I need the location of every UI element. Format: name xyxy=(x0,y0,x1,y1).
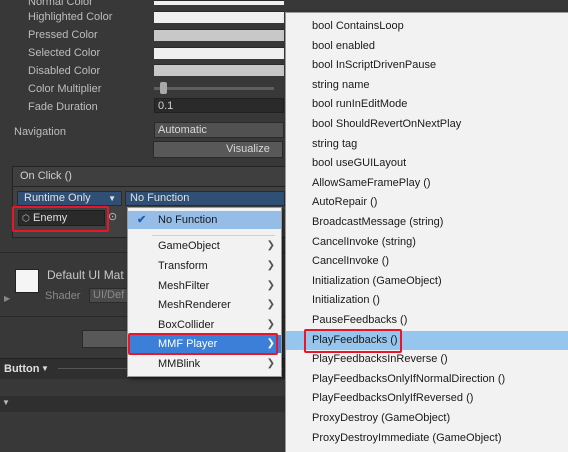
menu-item-mmblink[interactable]: MMBlink ❯ xyxy=(128,355,281,373)
submenu-item[interactable]: PlayFeedbacksOnlyIfReversed () xyxy=(286,389,568,409)
mmf-player-submenu: bool ContainsLoop bool enabled bool InSc… xyxy=(285,12,568,452)
chevron-down-icon[interactable]: ▼ xyxy=(2,398,10,407)
submenu-item[interactable]: AllowSameFramePlay () xyxy=(286,174,568,194)
normal-color-label: Normal Color xyxy=(28,0,93,8)
chevron-right-icon: ❯ xyxy=(266,319,275,330)
menu-item-gameobject[interactable]: GameObject ❯ xyxy=(128,237,281,255)
submenu-item[interactable]: string tag xyxy=(286,135,568,155)
pressed-color-label: Pressed Color xyxy=(28,29,98,41)
submenu-item[interactable]: bool ShouldRevertOnNextPlay xyxy=(286,115,568,135)
chevron-down-icon: ▼ xyxy=(108,194,116,203)
object-picker-icon[interactable]: ⊙ xyxy=(108,210,117,223)
runtime-mode-value: Runtime Only xyxy=(24,192,91,204)
onclick-event-header: On Click () xyxy=(12,166,292,186)
submenu-item[interactable]: PauseFeedbacks () xyxy=(286,311,568,331)
pressed-color-field[interactable] xyxy=(154,29,284,41)
navigation-dropdown[interactable]: Automatic xyxy=(154,122,284,138)
chevron-right-icon: ❯ xyxy=(266,240,275,251)
mmf-player-highlight-box xyxy=(128,333,278,355)
bottom-bar xyxy=(0,396,290,412)
normal-color-field[interactable] xyxy=(154,0,284,5)
submenu-item[interactable]: ProxyDestroy (GameObject) xyxy=(286,409,568,429)
submenu-item[interactable]: bool InScriptDrivenPause xyxy=(286,56,568,76)
submenu-item[interactable]: AutoRepair () xyxy=(286,193,568,213)
chevron-right-icon: ❯ xyxy=(266,299,275,310)
function-dropdown[interactable]: No Function xyxy=(125,191,285,206)
submenu-item[interactable]: PlayFeedbacksOnlyIfNormalDirection () xyxy=(286,370,568,390)
menu-item-transform[interactable]: Transform ❯ xyxy=(128,257,281,275)
submenu-item[interactable]: Initialization (GameObject) xyxy=(286,272,568,292)
visualize-button[interactable]: Visualize xyxy=(153,141,283,158)
submenu-item[interactable]: PlayFeedbacksInReverse () xyxy=(286,350,568,370)
chevron-right-icon: ❯ xyxy=(266,260,275,271)
submenu-item[interactable]: ProxyDestroyImmediate (GameObject) xyxy=(286,429,568,449)
shader-dropdown[interactable]: UI/Def xyxy=(89,288,129,303)
button-footer-label[interactable]: Button xyxy=(4,363,39,375)
submenu-item[interactable]: bool useGUILayout xyxy=(286,154,568,174)
color-multiplier-slider[interactable] xyxy=(154,87,274,90)
menu-item-meshrenderer[interactable]: MeshRenderer ❯ xyxy=(128,296,281,314)
menu-item-no-function[interactable]: ✔ No Function xyxy=(128,211,281,229)
selected-color-field[interactable] xyxy=(154,47,284,59)
submenu-item[interactable]: CancelInvoke () xyxy=(286,252,568,272)
chevron-down-icon: ▼ xyxy=(41,364,49,373)
fade-duration-label: Fade Duration xyxy=(28,101,98,113)
shader-label: Shader xyxy=(45,290,81,302)
enemy-highlight-box xyxy=(12,206,109,232)
menu-separator xyxy=(152,235,275,236)
submenu-item[interactable]: string name xyxy=(286,76,568,96)
chevron-right-icon: ❯ xyxy=(266,358,275,369)
chevron-right-icon: ❯ xyxy=(266,280,275,291)
submenu-item[interactable]: bool enabled xyxy=(286,37,568,57)
color-multiplier-label: Color Multiplier xyxy=(28,83,102,95)
menu-item-meshfilter[interactable]: MeshFilter ❯ xyxy=(128,277,281,295)
navigation-label: Navigation xyxy=(14,126,66,138)
material-name: Default UI Mat xyxy=(47,268,124,282)
add-component-button[interactable] xyxy=(82,330,130,348)
fade-duration-input[interactable]: 0.1 xyxy=(154,98,284,113)
runtime-mode-dropdown[interactable]: Runtime Only ▼ xyxy=(17,191,122,206)
highlighted-color-label: Highlighted Color xyxy=(28,11,113,23)
disabled-color-field[interactable] xyxy=(154,64,284,76)
menu-item-boxcollider[interactable]: BoxCollider ❯ xyxy=(128,316,281,334)
disabled-color-label: Disabled Color xyxy=(28,65,101,77)
selected-color-label: Selected Color xyxy=(28,47,101,59)
check-icon: ✔ xyxy=(137,214,147,226)
submenu-item[interactable]: Initialization () xyxy=(286,291,568,311)
play-feedbacks-highlight-box xyxy=(304,329,402,353)
submenu-item[interactable]: CancelInvoke (string) xyxy=(286,233,568,253)
material-preview-swatch xyxy=(15,269,39,293)
expand-arrow-icon[interactable]: ▶ xyxy=(4,294,10,303)
submenu-item[interactable]: bool ContainsLoop xyxy=(286,17,568,37)
color-multiplier-slider-handle[interactable] xyxy=(160,82,167,94)
submenu-item[interactable]: bool runInEditMode xyxy=(286,95,568,115)
submenu-item[interactable]: BroadcastMessage (string) xyxy=(286,213,568,233)
highlighted-color-field[interactable] xyxy=(154,11,284,23)
